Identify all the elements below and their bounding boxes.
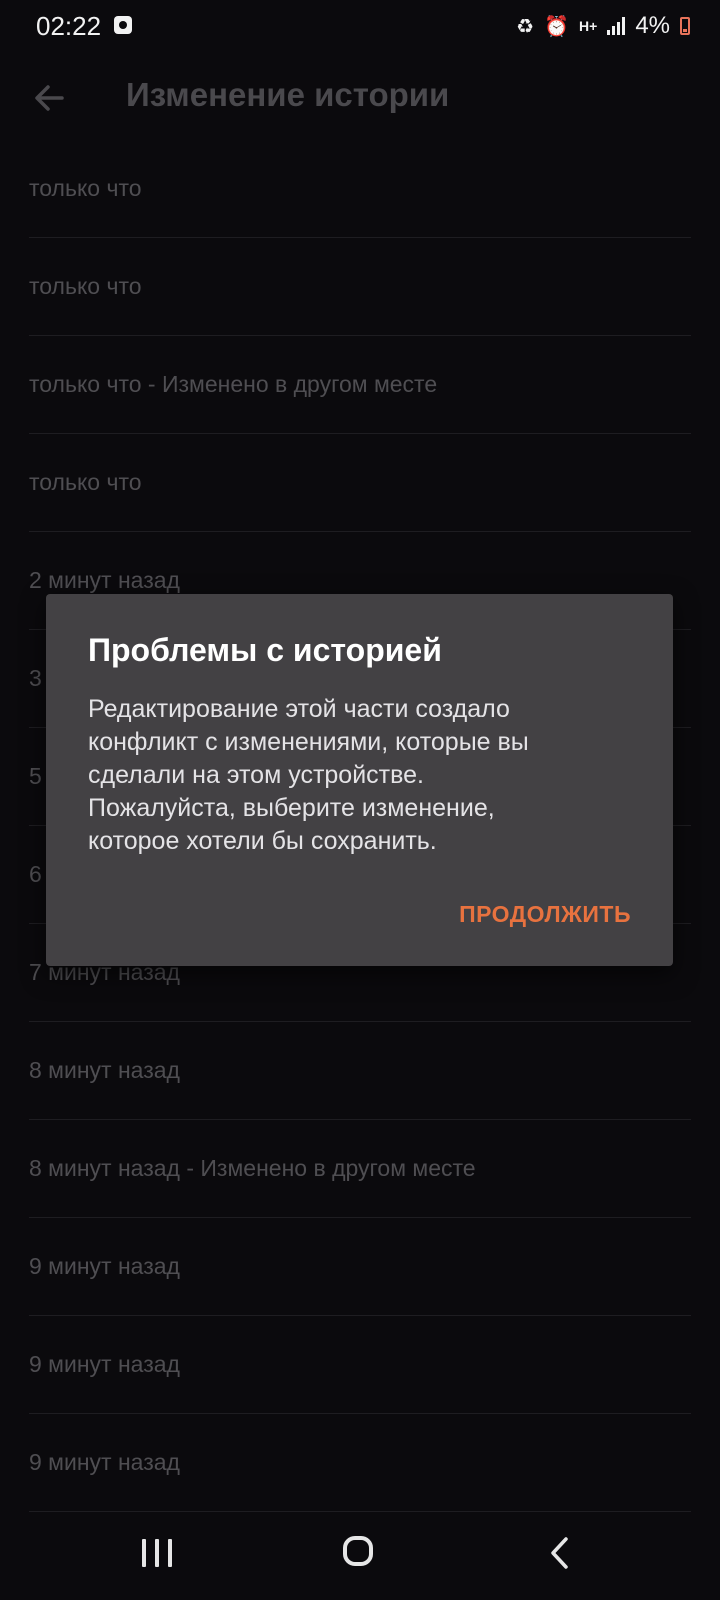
history-conflict-dialog: Проблемы с историей Редактирование этой … bbox=[46, 594, 673, 966]
dialog-message: Редактирование этой части создало конфли… bbox=[88, 695, 529, 855]
home-icon[interactable] bbox=[343, 1536, 373, 1566]
continue-button[interactable]: ПРОДОЛЖИТЬ bbox=[459, 901, 631, 928]
back-nav-icon[interactable] bbox=[548, 1536, 572, 1570]
navigation-bar bbox=[0, 1510, 720, 1600]
recents-icon[interactable] bbox=[142, 1539, 172, 1567]
dialog-title: Проблемы с историей bbox=[88, 632, 442, 668]
